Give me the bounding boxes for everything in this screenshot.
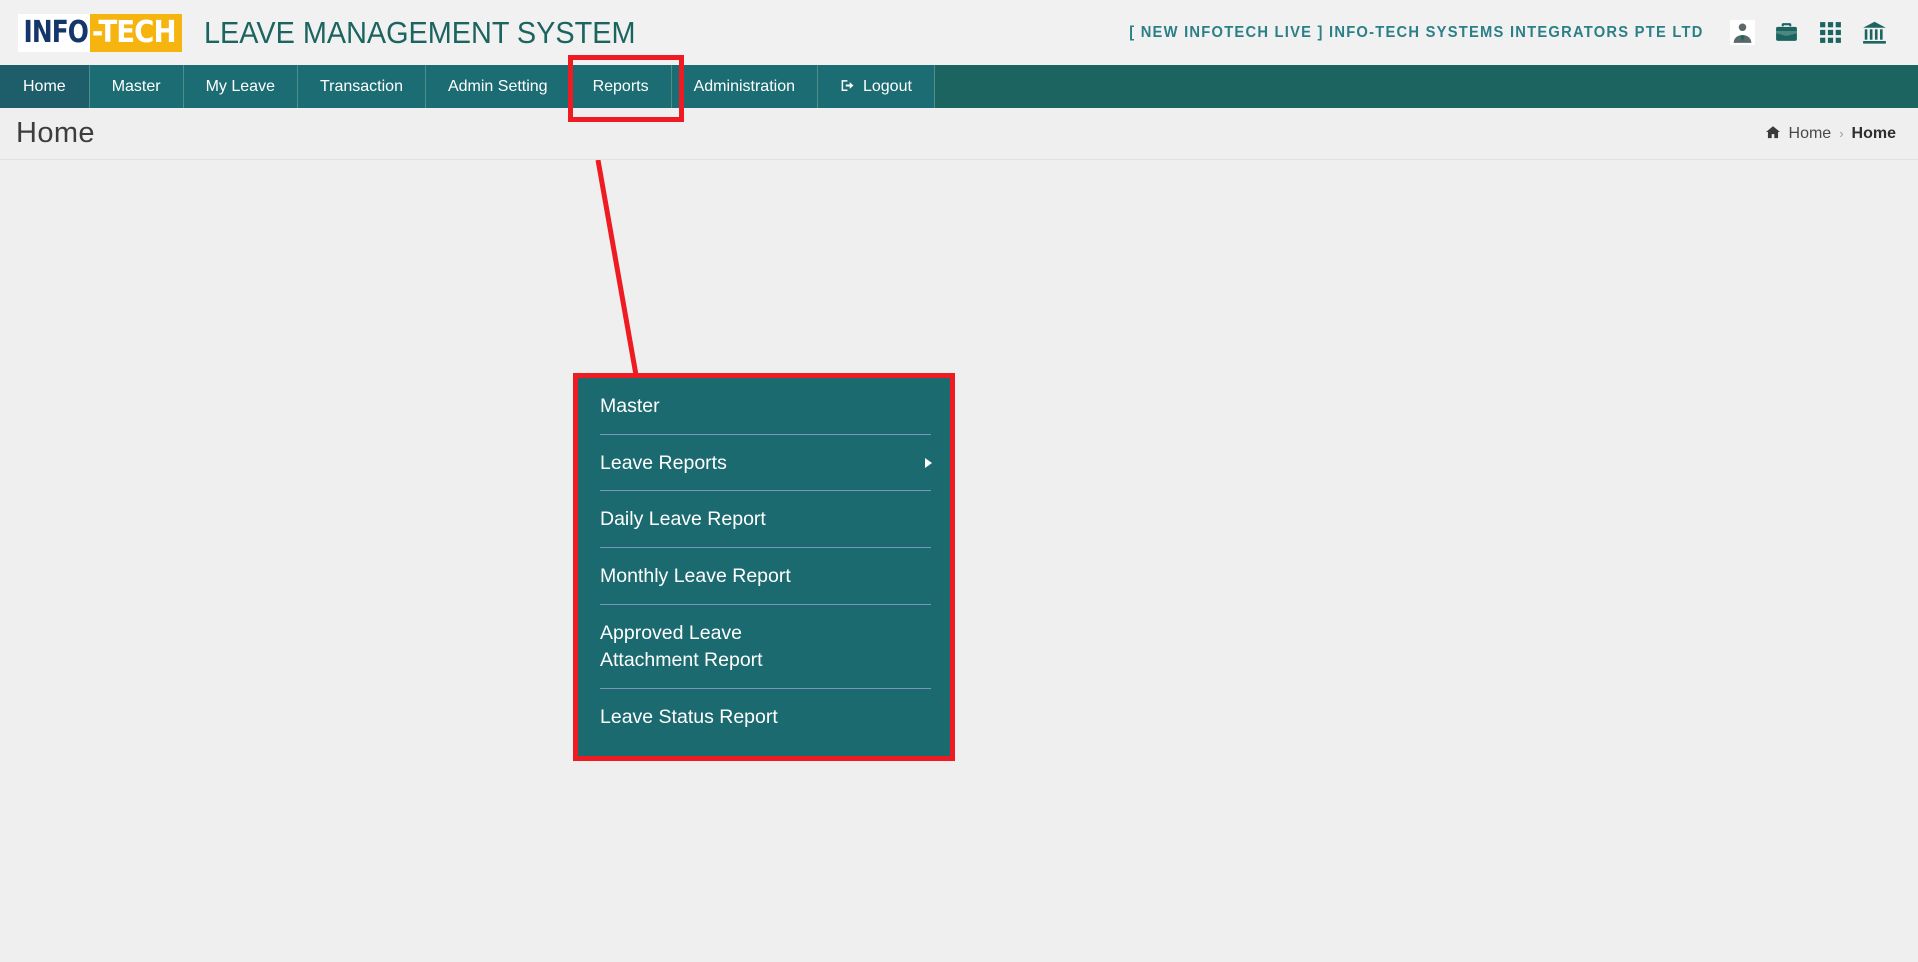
briefcase-icon[interactable]: [1764, 16, 1808, 50]
nav-item-home[interactable]: Home: [0, 65, 90, 108]
logout-icon: [840, 78, 856, 95]
company-name-label: [ NEW INFOTECH LIVE ] INFO-TECH SYSTEMS …: [1129, 23, 1704, 41]
page-title: Home: [16, 117, 95, 149]
nav-item-admin-setting[interactable]: Admin Setting: [425, 65, 571, 108]
app-title: LEAVE MANAGEMENT SYSTEM: [204, 14, 636, 50]
nav-empty-space: [934, 65, 1918, 108]
nav-item-logout-label: Logout: [862, 77, 912, 95]
nav-item-logout[interactable]: Logout: [817, 65, 935, 108]
apps-grid-icon[interactable]: [1808, 16, 1852, 50]
page-title-bar: Home Home › Home: [0, 108, 1918, 160]
dropdown-item-leave-reports-label: Leave Reports: [600, 451, 727, 474]
nav-item-administration[interactable]: Administration: [671, 65, 818, 108]
app-logo[interactable]: INFO -TECH: [18, 13, 190, 52]
dropdown-item-monthly-leave-report[interactable]: Monthly Leave Report: [578, 548, 950, 604]
dropdown-item-master[interactable]: Master: [578, 378, 950, 434]
nav-item-my-leave[interactable]: My Leave: [183, 65, 298, 108]
breadcrumb-current: Home: [1851, 124, 1896, 142]
nav-item-master[interactable]: Master: [89, 65, 184, 108]
bank-institution-icon[interactable]: [1852, 16, 1896, 50]
user-profile-icon[interactable]: [1720, 16, 1764, 50]
reports-dropdown-menu: Master Leave Reports Daily Leave Report …: [573, 373, 955, 761]
page-content-area: Master Leave Reports Daily Leave Report …: [0, 160, 1918, 962]
breadcrumb-separator: ›: [1839, 126, 1844, 141]
dropdown-item-daily-leave-report[interactable]: Daily Leave Report: [578, 491, 950, 547]
app-header: INFO -TECH LEAVE MANAGEMENT SYSTEM [ NEW …: [0, 0, 1918, 65]
logo-tech-text: -TECH: [90, 13, 183, 52]
breadcrumb-home-link[interactable]: Home: [1789, 125, 1832, 143]
main-navigation: Home Master My Leave Transaction Admin S…: [0, 55, 1918, 122]
dropdown-bottom-padding: [578, 745, 950, 756]
nav-item-reports[interactable]: Reports: [567, 55, 684, 122]
breadcrumb: Home › Home: [1765, 125, 1896, 143]
nav-item-transaction[interactable]: Transaction: [297, 65, 426, 108]
chevron-right-icon: [925, 457, 932, 468]
header-right-group: [ NEW INFOTECH LIVE ] INFO-TECH SYSTEMS …: [1099, 16, 1896, 50]
annotation-connector-line: [595, 160, 639, 376]
dropdown-item-leave-status-report[interactable]: Leave Status Report: [578, 689, 950, 745]
home-icon: [1765, 125, 1781, 142]
logo-info-text: INFO: [18, 13, 92, 52]
dropdown-item-approved-leave-attachment-report[interactable]: Approved Leave Attachment Report: [578, 605, 950, 688]
dropdown-item-leave-reports[interactable]: Leave Reports: [578, 435, 950, 491]
